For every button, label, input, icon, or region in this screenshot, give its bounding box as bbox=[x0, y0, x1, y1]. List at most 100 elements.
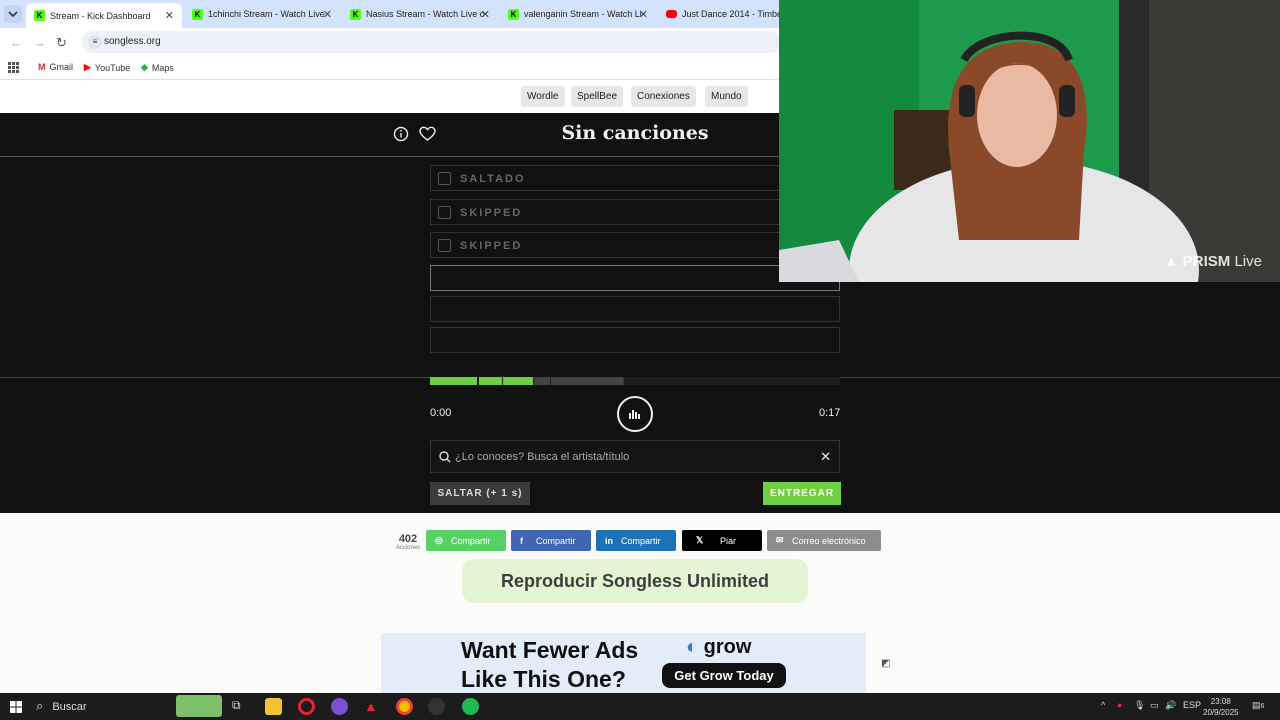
submit-button[interactable]: ENTREGAR bbox=[763, 482, 841, 505]
chrome-icon[interactable] bbox=[396, 698, 413, 715]
snippet-segment-played bbox=[503, 377, 533, 385]
browser-tab-0[interactable]: K Stream - Kick Dashboard ✕ bbox=[26, 3, 182, 28]
task-view-icon[interactable]: ⧉ bbox=[232, 698, 249, 715]
network-icon[interactable]: ▭ bbox=[1150, 700, 1159, 711]
snippet-segment-unlocked bbox=[534, 377, 550, 385]
grow-leaf-icon: ◐ bbox=[686, 636, 699, 658]
browser-tab-1[interactable]: K 1chinchi Stream - Watch Live o ✕ bbox=[184, 3, 340, 25]
bookmark-label: YouTube bbox=[94, 62, 131, 73]
recording-icon[interactable]: ● bbox=[1117, 700, 1122, 710]
app-triangle-icon[interactable]: ▲ bbox=[364, 698, 381, 715]
close-icon[interactable]: ✕ bbox=[323, 8, 332, 21]
forward-arrow-icon[interactable]: → bbox=[33, 35, 46, 50]
url-text: songless.org bbox=[104, 36, 161, 47]
windows-taskbar: ⌕ Buscar ⧉ ▲ ^ ● 🎙 ▭ 🔊 ESP 23:08 20/9/20… bbox=[0, 693, 1280, 720]
language-indicator[interactable]: ESP bbox=[1183, 700, 1201, 710]
snippet-segment-played bbox=[430, 377, 477, 385]
guess-text: SALTADO bbox=[460, 173, 526, 185]
youtube-icon bbox=[666, 10, 677, 18]
search-icon bbox=[439, 451, 451, 463]
whatsapp-icon: ◎ bbox=[435, 535, 443, 545]
grow-brand-text: grow bbox=[703, 636, 752, 658]
share-label: Piar bbox=[720, 535, 737, 546]
youtube-icon: ▶ bbox=[84, 62, 91, 72]
back-arrow-icon[interactable]: ← bbox=[10, 35, 23, 50]
apps-grid-icon[interactable] bbox=[8, 62, 19, 73]
snippet-segment-played bbox=[479, 377, 502, 385]
bookmark-youtube[interactable]: ▶ YouTube bbox=[84, 62, 130, 73]
opera-gx-icon[interactable] bbox=[298, 698, 315, 715]
kick-icon: K bbox=[34, 10, 45, 21]
search-placeholder: ¿Lo conoces? Busca el artista/título bbox=[455, 451, 630, 463]
ad-cta-button[interactable]: Get Grow Today bbox=[662, 663, 786, 688]
guess-row-5 bbox=[430, 296, 840, 322]
ad-choice-icon[interactable]: ◩ bbox=[881, 658, 891, 669]
prism-logo-icon: ▲ bbox=[1163, 253, 1179, 270]
close-icon[interactable]: ✕ bbox=[639, 8, 648, 21]
linkedin-icon: in bbox=[605, 535, 613, 546]
taskbar-search[interactable]: ⌕ Buscar bbox=[36, 698, 87, 714]
volume-icon[interactable]: 🔊 bbox=[1165, 700, 1176, 711]
obs-icon[interactable] bbox=[428, 698, 445, 715]
weather-widget-icon[interactable] bbox=[176, 695, 222, 717]
ad-banner[interactable]: Want Fewer Ads Like This One? ◐ grow Get… bbox=[381, 633, 866, 693]
skip-button[interactable]: SALTAR (+ 1 s) bbox=[430, 482, 530, 505]
tab-search-button[interactable] bbox=[4, 5, 22, 23]
share-label: Compartir bbox=[451, 535, 491, 546]
bookmark-maps[interactable]: ◆ Maps bbox=[141, 62, 174, 73]
nav-conexiones[interactable]: Conexiones bbox=[631, 86, 696, 107]
share-facebook-button[interactable]: f Compartir bbox=[511, 530, 591, 551]
share-label: Compartir bbox=[536, 535, 576, 546]
checkbox-icon bbox=[438, 172, 451, 185]
close-icon[interactable]: ✕ bbox=[165, 9, 174, 22]
reload-icon[interactable]: ↻ bbox=[56, 35, 67, 51]
audio-bars-icon bbox=[629, 410, 640, 419]
prism-suffix: Live bbox=[1234, 253, 1262, 270]
share-email-button[interactable]: ✉ Correo electrónico bbox=[767, 530, 881, 551]
prism-live-watermark: ▲ PRISM Live bbox=[1164, 253, 1262, 270]
snippet-segment-unlocked bbox=[551, 377, 623, 385]
info-icon[interactable] bbox=[393, 126, 409, 147]
kick-icon: K bbox=[192, 8, 203, 20]
time-end: 0:17 bbox=[819, 407, 841, 419]
windows-start-icon[interactable] bbox=[10, 700, 22, 718]
heart-icon[interactable] bbox=[419, 126, 436, 147]
site-info-icon[interactable]: ≡ bbox=[88, 35, 102, 49]
unlimited-button[interactable]: Reproducir Songless Unlimited bbox=[462, 559, 808, 603]
tray-chevron-up-icon[interactable]: ^ bbox=[1101, 700, 1105, 710]
nav-spellbee[interactable]: SpellBee bbox=[571, 86, 624, 107]
browser-tab-2[interactable]: K Nasius Stream - Watch Live on ✕ bbox=[342, 3, 498, 25]
nav-mundo[interactable]: Mundo bbox=[705, 86, 748, 107]
snippet-progress-bar bbox=[430, 377, 840, 385]
taskbar-clock[interactable]: 23:08 20/9/2025 bbox=[1203, 696, 1239, 718]
share-linkedin-button[interactable]: in Compartir bbox=[596, 530, 676, 551]
messenger-icon[interactable] bbox=[331, 698, 348, 715]
clock-date: 20/9/2025 bbox=[1203, 708, 1239, 717]
address-bar[interactable]: ≡ songless.org bbox=[82, 31, 782, 53]
guess-row-6 bbox=[430, 327, 840, 353]
guess-text: SKIPPED bbox=[460, 240, 523, 252]
share-count-number: 402 bbox=[398, 533, 418, 545]
share-label: Compartir bbox=[621, 535, 661, 546]
browser-tab-3[interactable]: K valenganin Stream - Watch Live ✕ bbox=[500, 3, 656, 25]
close-icon[interactable]: ✕ bbox=[481, 8, 490, 21]
kick-icon: K bbox=[508, 8, 519, 20]
share-x-button[interactable]: 𝕏 Piar bbox=[682, 530, 762, 551]
nav-wordle[interactable]: Wordle bbox=[521, 86, 565, 107]
spotify-icon[interactable] bbox=[462, 698, 479, 715]
microphone-icon[interactable]: 🎙 bbox=[1134, 700, 1145, 711]
search-icon: ⌕ bbox=[36, 698, 44, 713]
share-count: 402 Acciones bbox=[394, 533, 422, 551]
share-whatsapp-button[interactable]: ◎ Compartir bbox=[426, 530, 506, 551]
checkbox-icon bbox=[438, 206, 451, 219]
checkbox-icon bbox=[438, 239, 451, 252]
notification-icon[interactable]: ▤6 bbox=[1252, 700, 1264, 711]
share-label: Correo electrónico bbox=[792, 535, 866, 546]
clear-icon[interactable]: ✕ bbox=[820, 449, 831, 465]
play-button[interactable] bbox=[617, 396, 653, 432]
song-search-field[interactable]: ¿Lo conoces? Busca el artista/título ✕ bbox=[430, 440, 840, 473]
tab-title: 1chinchi Stream - Watch Live o bbox=[208, 9, 326, 19]
bookmark-gmail[interactable]: M Gmail bbox=[38, 62, 73, 72]
file-explorer-icon[interactable] bbox=[265, 698, 282, 715]
clock-time: 23:08 bbox=[1210, 697, 1231, 706]
